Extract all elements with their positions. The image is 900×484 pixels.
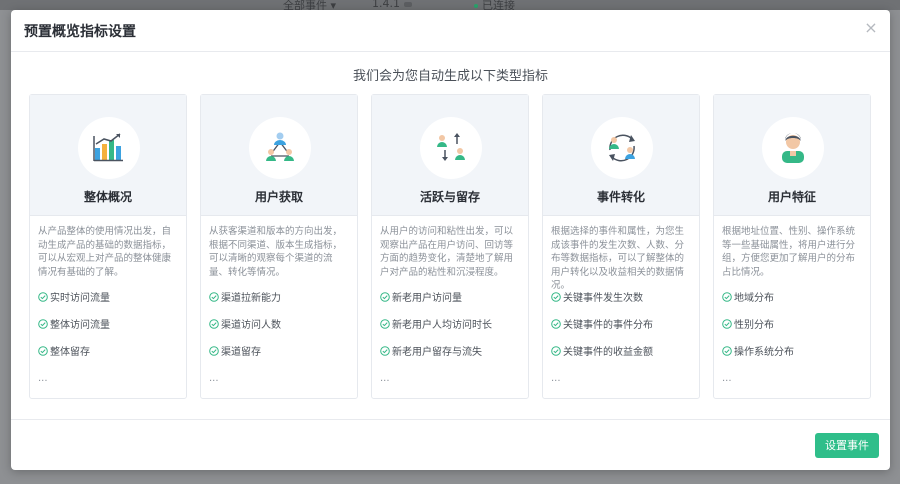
metric-item: 渠道留存: [209, 346, 354, 360]
card-title: 用户获取: [254, 190, 303, 204]
metric-item: 渠道访问人数: [209, 319, 354, 333]
card-activity-retention: 活跃与留存 从用户的访问和粘性出发，可以观察出产品在用户访问、回访等方面的趋势变…: [371, 94, 529, 399]
more-ellipsis: ...: [209, 373, 219, 384]
card-header: 用户特征: [714, 95, 870, 216]
metric-item: 整体访问流量: [38, 319, 183, 333]
metric-item: 新老用户访问量: [380, 292, 525, 306]
check-icon: [722, 319, 732, 329]
dialog-title: 预置概览指标设置: [24, 24, 136, 40]
user-exchange-icon: [437, 133, 465, 161]
card-icon-circle: [762, 117, 824, 179]
status-dot-icon: [474, 4, 478, 8]
card-description: 根据选择的事件和属性，为您生成该事件的发生次数、人数、分布等数据指标，可以了解整…: [551, 226, 685, 291]
check-icon: [38, 292, 48, 302]
card-user-profile: 用户特征 根据地址位置、性别、操作系统等一些基础属性，将用户进行分组，方便您更加…: [713, 94, 871, 399]
more-ellipsis: ...: [380, 373, 390, 384]
check-icon: [380, 319, 390, 329]
card-title: 活跃与留存: [419, 190, 480, 204]
check-icon: [722, 346, 732, 356]
card-description: 根据地址位置、性别、操作系统等一些基础属性，将用户进行分组，方便您更加了解用户的…: [722, 226, 856, 278]
preset-metrics-dialog: 预置概览指标设置 × 我们会为您自动生成以下类型指标 整体概况 从产品整体的使用…: [11, 10, 890, 470]
user-network-icon: [266, 132, 294, 161]
metric-item: 新老用户留存与流失: [380, 346, 525, 360]
card-header: 活跃与留存: [372, 95, 528, 216]
card-header: 整体概况: [30, 95, 186, 216]
dialog-subtitle: 我们会为您自动生成以下类型指标: [352, 69, 548, 84]
card-description: 从用户的访问和粘性出发，可以观察出产品在用户访问、回访等方面的趋势变化，清楚地了…: [380, 226, 514, 278]
metric-item: 操作系统分布: [722, 346, 867, 360]
card-overview: 整体概况 从产品整体的使用情况出发，自动生成产品的基础的数据指标，可以从宏观上对…: [29, 94, 187, 399]
card-icon-circle: [78, 117, 140, 179]
more-ellipsis: ...: [551, 373, 561, 384]
bar-chart-icon: [93, 133, 123, 162]
metric-item: 新老用户人均访问时长: [380, 319, 525, 333]
more-ellipsis: ...: [38, 373, 48, 384]
metric-item: 关键事件的收益金额: [551, 346, 696, 360]
card-title: 整体概况: [83, 190, 132, 204]
close-icon[interactable]: ×: [862, 19, 880, 37]
check-icon: [551, 292, 561, 302]
metric-item: 整体留存: [38, 346, 183, 360]
card-user-acquisition: 用户获取 从获客渠道和版本的方向出发，根据不同渠道、版本生成指标，可以清晰的观察…: [200, 94, 358, 399]
version-label: 1.4.1: [372, 0, 412, 10]
card-description: 从获客渠道和版本的方向出发，根据不同渠道、版本生成指标，可以清晰的观察每个渠道的…: [209, 226, 343, 278]
check-icon: [722, 292, 732, 302]
check-icon: [209, 319, 219, 329]
metric-item: 渠道拉新能力: [209, 292, 354, 306]
card-description: 从产品整体的使用情况出发，自动生成产品的基础的数据指标，可以从宏观上对产品的整体…: [38, 226, 172, 278]
metric-item: 关键事件发生次数: [551, 292, 696, 306]
metric-category-cards: 整体概况 从产品整体的使用情况出发，自动生成产品的基础的数据指标，可以从宏观上对…: [29, 94, 874, 400]
check-icon: [380, 292, 390, 302]
check-icon: [551, 319, 561, 329]
check-icon: [38, 319, 48, 329]
check-icon: [380, 346, 390, 356]
user-conversion-icon: [609, 134, 635, 162]
dialog-header: 预置概览指标设置 ×: [11, 10, 890, 52]
user-profile-icon: [782, 133, 804, 163]
version-badge-icon: [404, 1, 412, 7]
check-icon: [209, 292, 219, 302]
check-icon: [209, 346, 219, 356]
metric-item: 关键事件的事件分布: [551, 319, 696, 333]
dialog-footer: 设置事件: [11, 419, 890, 470]
card-header: 用户获取: [201, 95, 357, 216]
setup-events-button[interactable]: 设置事件: [815, 433, 879, 458]
more-ellipsis: ...: [722, 373, 732, 384]
card-event-conversion: 事件转化 根据选择的事件和属性，为您生成该事件的发生次数、人数、分布等数据指标，…: [542, 94, 700, 399]
metric-item: 性别分布: [722, 319, 867, 333]
check-icon: [38, 346, 48, 356]
metric-item: 实时访问流量: [38, 292, 183, 306]
card-icon-circle: [591, 117, 653, 179]
card-title: 事件转化: [596, 190, 645, 204]
card-header: 事件转化: [543, 95, 699, 216]
card-icon-circle: [420, 117, 482, 179]
card-title: 用户特征: [767, 190, 816, 204]
card-icon-circle: [249, 117, 311, 179]
check-icon: [551, 346, 561, 356]
metric-item: 地域分布: [722, 292, 867, 306]
background-toolbar: 全部事件 ▾ 1.4.1 已连接: [0, 0, 900, 12]
